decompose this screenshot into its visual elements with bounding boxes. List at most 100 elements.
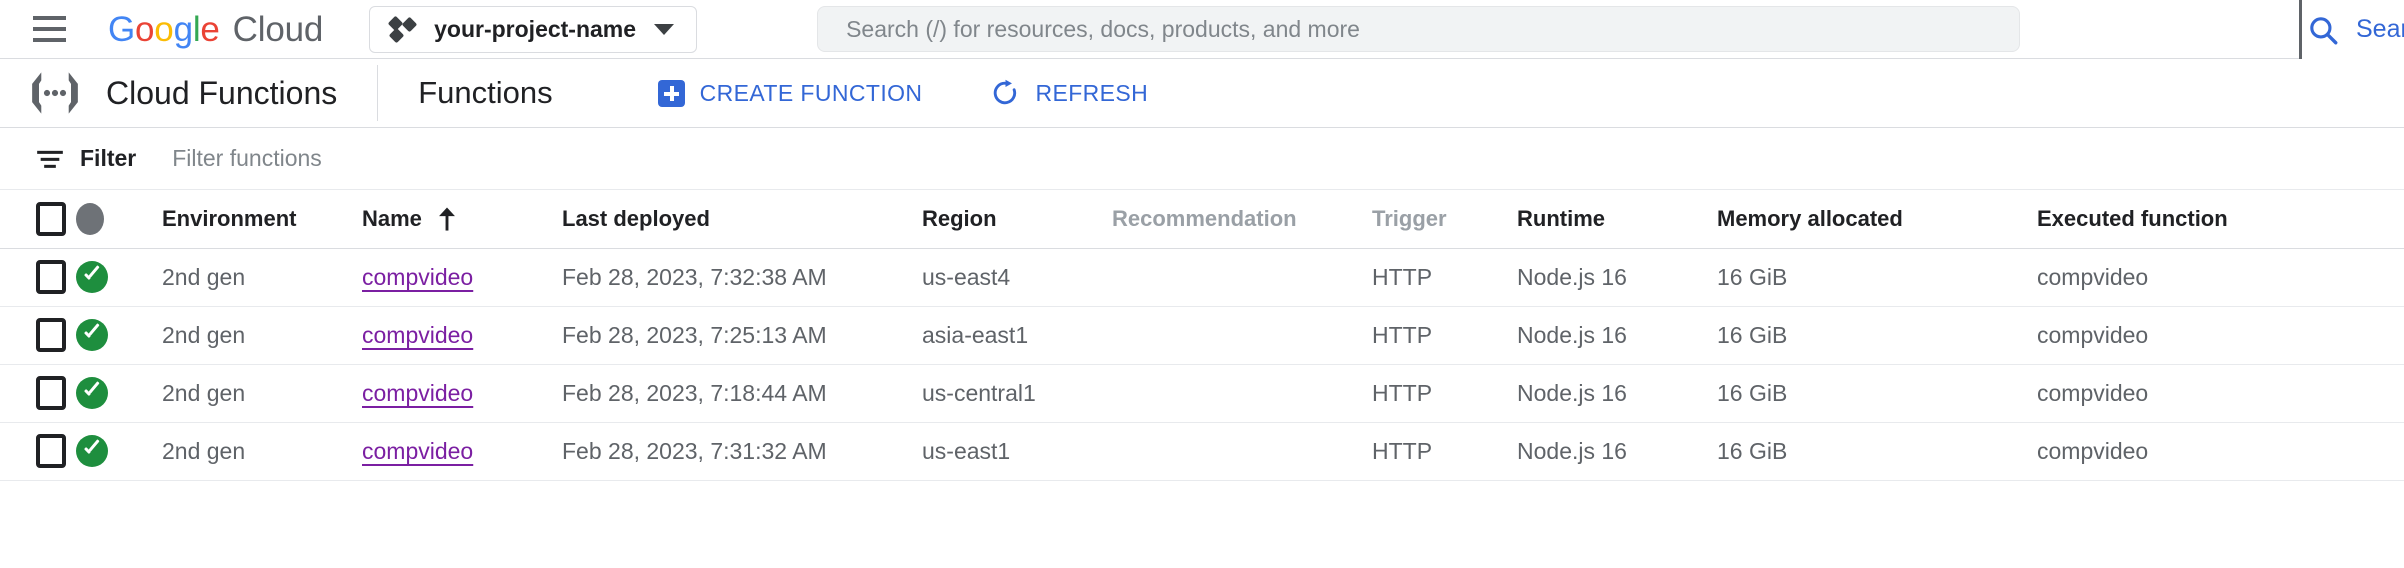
row-checkbox-cell [0,422,76,480]
function-name-link[interactable]: compvideo [362,380,473,406]
th-trigger[interactable]: Trigger [1372,190,1517,248]
cell-trigger: HTTP [1372,248,1517,306]
search-button-label: Search [2356,15,2404,43]
cell-recommendation [1112,248,1372,306]
function-name-link[interactable]: compvideo [362,438,473,464]
cell-region: asia-east1 [922,306,1112,364]
cell-recommendation [1112,306,1372,364]
table-row[interactable]: 2nd gen compvideo Feb 28, 2023, 7:25:13 … [0,306,2404,364]
trigger-value: HTTP [1372,321,1433,348]
th-environment[interactable]: Environment [162,190,362,248]
product-name-label[interactable]: Cloud Functions [106,75,337,112]
google-cloud-logo[interactable]: G o o g l e Cloud [108,12,323,47]
executed-function-value: compvideo [2037,437,2149,464]
cell-recommendation [1112,422,1372,480]
executed-function-value: compvideo [2037,263,2149,290]
cell-executed-function: compvideo [2037,248,2404,306]
filter-bar: Filter Filter functions [0,128,2404,190]
hamburger-menu-icon[interactable] [30,10,68,48]
cell-name: compvideo [362,422,562,480]
th-last-deployed-label: Last deployed [562,205,710,231]
row-checkbox[interactable] [36,260,66,294]
table-row[interactable]: 2nd gen compvideo Feb 28, 2023, 7:18:44 … [0,364,2404,422]
project-selector[interactable]: your-project-name [369,5,698,53]
logo-letter-l: l [192,9,201,49]
last-deployed-value: Feb 28, 2023, 7:32:38 AM [562,263,827,290]
th-last-deployed[interactable]: Last deployed [562,190,922,248]
th-region[interactable]: Region [922,190,1112,248]
region-value: asia-east1 [922,321,1029,348]
hamburger-line [32,38,66,42]
cell-environment: 2nd gen [162,422,362,480]
runtime-value: Node.js 16 [1517,437,1627,464]
top-navigation-bar: G o o g l e Cloud your-project-name Sear… [0,0,2404,59]
arrow-up-icon[interactable] [436,206,458,232]
header-actions: CREATE FUNCTION REFRESH [657,78,1149,108]
cell-executed-function: compvideo [2037,422,2404,480]
table-header-row: Environment Name Last deployed Region Re… [0,190,2404,248]
cell-environment: 2nd gen [162,248,362,306]
last-deployed-value: Feb 28, 2023, 7:18:44 AM [562,379,827,406]
logo-letter-g1: G [108,9,136,49]
row-checkbox-cell [0,306,76,364]
th-environment-label: Environment [162,205,297,231]
th-executed-function[interactable]: Executed function [2037,190,2404,248]
filter-label[interactable]: Filter [80,145,136,172]
cell-runtime: Node.js 16 [1517,248,1717,306]
th-memory-allocated[interactable]: Memory allocated [1717,190,2037,248]
google-wordmark: G o o g l e [108,12,220,47]
th-select-all [0,190,76,248]
create-function-button[interactable]: CREATE FUNCTION [657,79,923,107]
th-runtime[interactable]: Runtime [1517,190,1717,248]
runtime-value: Node.js 16 [1517,321,1627,348]
cell-trigger: HTTP [1372,364,1517,422]
cloud-wordmark: Cloud [232,9,324,49]
logo-letter-e: e [200,9,220,49]
filter-list-icon[interactable] [36,148,64,170]
create-function-label: CREATE FUNCTION [699,79,923,106]
cell-name: compvideo [362,306,562,364]
cell-region: us-east4 [922,248,1112,306]
filter-functions-input[interactable]: Filter functions [172,145,322,172]
row-checkbox[interactable] [36,318,66,352]
environment-value: 2nd gen [162,437,246,464]
table-row[interactable]: 2nd gen compvideo Feb 28, 2023, 7:31:32 … [0,422,2404,480]
cell-runtime: Node.js 16 [1517,364,1717,422]
logo-letter-g2: g [173,9,193,49]
select-all-checkbox[interactable] [36,201,66,236]
cell-region: us-central1 [922,364,1112,422]
function-name-link[interactable]: compvideo [362,264,473,290]
region-value: us-east4 [922,263,1011,290]
cloud-console-page: G o o g l e Cloud your-project-name Sear… [0,0,2404,568]
cell-executed-function: compvideo [2037,306,2404,364]
global-search-box[interactable] [817,6,2021,52]
check-circle-icon [76,261,108,293]
cell-last-deployed: Feb 28, 2023, 7:32:38 AM [562,248,922,306]
table-header: Environment Name Last deployed Region Re… [0,190,2404,248]
table-row[interactable]: 2nd gen compvideo Feb 28, 2023, 7:32:38 … [0,248,2404,306]
cell-memory-allocated: 16 GiB [1717,422,2037,480]
th-name[interactable]: Name [362,190,562,248]
th-region-label: Region [922,205,997,231]
page-title: Functions [418,75,553,110]
table-body: 2nd gen compvideo Feb 28, 2023, 7:32:38 … [0,248,2404,480]
executed-function-value: compvideo [2037,321,2149,348]
function-name-link[interactable]: compvideo [362,322,473,348]
th-trigger-label: Trigger [1372,205,1447,231]
row-status-cell [76,248,162,306]
th-executed-function-label: Executed function [2037,205,2228,231]
refresh-button[interactable]: REFRESH [990,78,1148,108]
hamburger-line [32,16,66,20]
check-circle-icon [76,435,108,467]
hamburger-line [32,27,66,31]
row-checkbox[interactable] [36,376,66,410]
search-icon [2310,16,2338,44]
th-recommendation[interactable]: Recommendation [1112,190,1372,248]
search-button[interactable]: Search [2299,0,2404,59]
cell-environment: 2nd gen [162,306,362,364]
cell-trigger: HTTP [1372,422,1517,480]
check-circle-icon [76,319,108,351]
cell-region: us-east1 [922,422,1112,480]
row-checkbox[interactable] [36,434,66,468]
search-input[interactable] [844,14,1994,44]
